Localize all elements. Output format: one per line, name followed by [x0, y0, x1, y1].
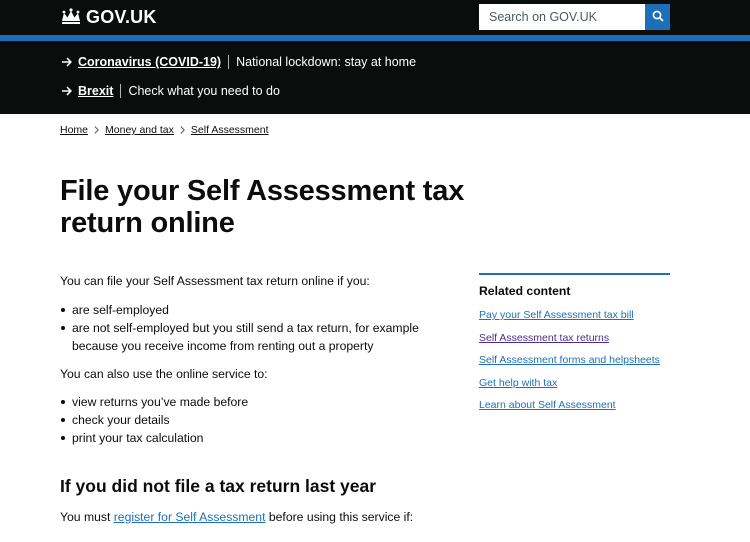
govuk-logo-link[interactable]: GOV.UK — [60, 6, 157, 28]
banner-divider — [120, 84, 122, 98]
related-link-pay-bill[interactable]: Pay your Self Assessment tax bill — [479, 309, 634, 321]
related-content-title: Related content — [479, 284, 571, 298]
banner-divider — [228, 55, 230, 69]
chevron-right-icon — [94, 126, 99, 134]
crown-icon — [60, 8, 82, 26]
register-link[interactable]: register for Self Assessment — [114, 510, 266, 524]
banner-text-coronavirus: National lockdown: stay at home — [236, 55, 417, 69]
also-text: You can also use the online service to: — [60, 367, 268, 381]
list-item: are self-employed — [60, 301, 460, 319]
must-text: You must register for Self Assessment be… — [60, 508, 460, 526]
arrow-right-icon — [62, 57, 74, 67]
must-suffix: before using this service if: — [265, 510, 414, 524]
intro-text: You can file your Self Assessment tax re… — [60, 274, 370, 288]
search-icon — [652, 10, 664, 25]
search-input[interactable] — [479, 4, 645, 30]
arrow-right-icon — [62, 86, 74, 96]
banner-item-coronavirus: Coronavirus (COVID-19) National lockdown… — [62, 53, 416, 71]
chevron-right-icon — [180, 126, 185, 134]
site-header: GOV.UK — [0, 0, 750, 35]
related-link-help[interactable]: Get help with tax — [479, 377, 557, 389]
list-item: Learn about Self Assessment — [479, 398, 660, 421]
search-form — [479, 4, 670, 30]
banner-link-coronavirus[interactable]: Coronavirus (COVID-19) — [78, 55, 221, 69]
list-item: Self Assessment forms and helpsheets — [479, 353, 660, 376]
related-link-forms[interactable]: Self Assessment forms and helpsheets — [479, 354, 660, 366]
related-content-divider — [479, 273, 670, 275]
list-item: are not self-employed but you still send… — [60, 319, 460, 355]
section-heading: If you did not file a tax return last ye… — [60, 476, 377, 496]
breadcrumb-self-assessment[interactable]: Self Assessment — [191, 124, 269, 136]
page-title: File your Self Assessment tax return onl… — [60, 175, 465, 239]
eligibility-list: are self-employed are not self-employed … — [60, 301, 460, 355]
related-link-tax-returns[interactable]: Self Assessment tax returns — [479, 332, 609, 344]
banner-item-brexit: Brexit Check what you need to do — [62, 82, 280, 100]
related-content-list: Pay your Self Assessment tax bill Self A… — [479, 308, 660, 421]
banner-link-brexit[interactable]: Brexit — [78, 84, 113, 98]
must-prefix: You must — [60, 510, 114, 524]
search-button[interactable] — [645, 4, 670, 30]
list-item: Get help with tax — [479, 376, 660, 399]
list-item: Self Assessment tax returns — [479, 331, 660, 354]
emergency-banner: Coronavirus (COVID-19) National lockdown… — [0, 41, 750, 114]
breadcrumb-money-and-tax[interactable]: Money and tax — [105, 124, 174, 136]
services-list: view returns you’ve made before check yo… — [60, 393, 460, 447]
list-item: print your tax calculation — [60, 429, 460, 447]
logo-text: GOV.UK — [86, 6, 157, 27]
banner-text-brexit: Check what you need to do — [128, 84, 280, 98]
list-item: Pay your Self Assessment tax bill — [479, 308, 660, 331]
list-item: check your details — [60, 411, 460, 429]
list-item: view returns you’ve made before — [60, 393, 460, 411]
related-link-learn[interactable]: Learn about Self Assessment — [479, 399, 616, 411]
breadcrumb-home[interactable]: Home — [60, 124, 88, 136]
breadcrumb: Home Money and tax Self Assessment — [60, 123, 269, 137]
